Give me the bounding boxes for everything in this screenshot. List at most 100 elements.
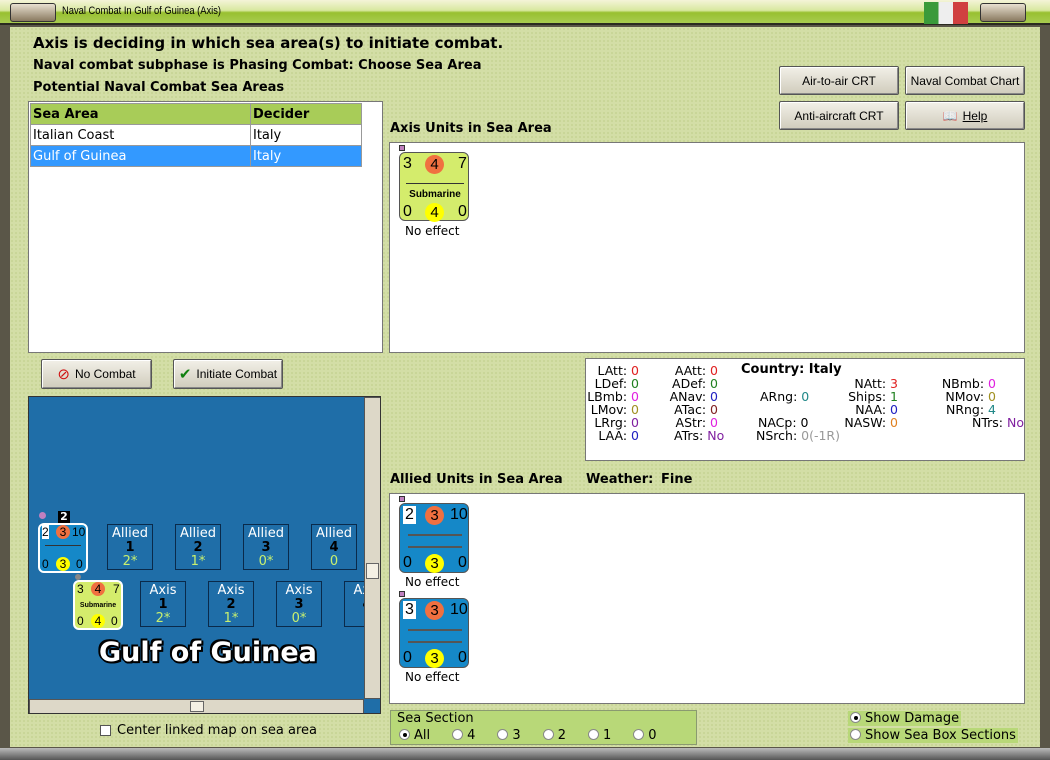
window-close-button[interactable] bbox=[980, 3, 1026, 22]
allied-sea-box-4[interactable]: Allied 4 0 bbox=[311, 524, 357, 570]
map-vertical-scrollbar[interactable] bbox=[364, 397, 380, 699]
sea-area-map[interactable]: 2 2 3 10 0 3 0 3 4 7 Submarine 0 4 0 All… bbox=[28, 396, 381, 714]
stat-ntrs: NTrs: No bbox=[972, 415, 1024, 430]
show-sea-box-sections-option[interactable]: Show Sea Box Sections bbox=[848, 728, 1018, 743]
box-number: 3 bbox=[294, 597, 304, 612]
unit-result: No effect bbox=[405, 670, 460, 684]
counter-defense: 3 bbox=[425, 601, 444, 620]
table-row-selected[interactable]: Gulf of Guinea Italy bbox=[30, 145, 362, 167]
allied-units-panel: 2 3 10 0 3 0 No effect 3 3 10 0 3 0 No e… bbox=[389, 493, 1025, 704]
sea-section-options: All 4 3 2 1 0 bbox=[399, 728, 657, 743]
decider-cell[interactable]: Italy bbox=[250, 124, 362, 146]
unit-marker-icon bbox=[399, 145, 405, 151]
sea-area-cell[interactable]: Gulf of Guinea bbox=[30, 145, 251, 167]
radio-icon[interactable] bbox=[452, 729, 464, 740]
map-axis-stack[interactable]: 3 4 7 Submarine 0 4 0 bbox=[73, 580, 123, 630]
box-value: 0* bbox=[258, 554, 274, 569]
show-damage-option[interactable]: Show Damage bbox=[848, 711, 962, 726]
box-side: Axis bbox=[285, 583, 313, 598]
center-map-checkbox[interactable]: Center linked map on sea area bbox=[100, 723, 317, 738]
counter-stat: 0 bbox=[42, 557, 49, 571]
counter-range: 10 bbox=[450, 506, 468, 523]
sea-section-option-2[interactable]: 2 bbox=[542, 728, 566, 743]
column-header-sea-area[interactable]: Sea Area bbox=[30, 103, 251, 125]
title-bar[interactable]: Naval Combat In Gulf of Guinea (Axis) bbox=[0, 0, 1050, 25]
stat-value: 0 bbox=[890, 415, 898, 430]
radio-icon[interactable] bbox=[542, 729, 554, 740]
counter-stat: 0 bbox=[111, 614, 118, 628]
stat-value: 0(-1R) bbox=[801, 428, 840, 443]
air-to-air-label: Air-to-air CRT bbox=[802, 73, 876, 88]
radio-icon[interactable] bbox=[399, 729, 410, 740]
sea-section-option-3[interactable]: 3 bbox=[497, 728, 521, 743]
radio-icon[interactable] bbox=[497, 729, 509, 740]
map-horizontal-scrollbar[interactable] bbox=[29, 699, 364, 713]
stat-nsrch: NSrch: 0(-1R) bbox=[756, 428, 840, 443]
axis-units-panel: 3 4 7 Submarine 0 4 0 No effect bbox=[389, 142, 1025, 353]
box-side: Allied bbox=[248, 526, 284, 541]
counter-stat: 0 bbox=[76, 557, 83, 571]
sea-area-cell[interactable]: Italian Coast bbox=[30, 124, 251, 146]
unit-marker-icon bbox=[399, 591, 405, 597]
radio-icon[interactable] bbox=[633, 729, 645, 740]
axis-sea-box-3[interactable]: Axis 3 0* bbox=[276, 581, 322, 627]
allied-sea-box-1[interactable]: Allied 1 2* bbox=[107, 524, 153, 570]
counter-attack: 3 bbox=[403, 601, 416, 619]
anti-aircraft-crt-button[interactable]: Anti-aircraft CRT bbox=[779, 101, 899, 130]
counter-defense: 3 bbox=[425, 506, 444, 525]
counter-type: Submarine bbox=[79, 602, 117, 609]
counter-range: 10 bbox=[450, 601, 468, 618]
allied-sea-box-2[interactable]: Allied 2 1* bbox=[175, 524, 221, 570]
initiate-combat-label: Initiate Combat bbox=[196, 367, 278, 381]
window-menu-button[interactable] bbox=[10, 3, 56, 22]
counter-move: 3 bbox=[425, 649, 444, 668]
counter-attack: 2 bbox=[403, 506, 416, 524]
counter-stat: 0 bbox=[77, 614, 84, 628]
naval-combat-chart-button[interactable]: Naval Combat Chart bbox=[905, 66, 1025, 95]
option-label: 0 bbox=[648, 728, 657, 743]
box-value: 1* bbox=[190, 554, 206, 569]
stack-count-badge: 2 bbox=[58, 511, 70, 523]
axis-units-label: Axis Units in Sea Area bbox=[390, 121, 552, 136]
map-allied-stack[interactable]: 2 3 10 0 3 0 bbox=[38, 523, 88, 573]
counter-stat: 0 bbox=[403, 203, 412, 220]
country-label: Country: Italy bbox=[741, 362, 842, 377]
counter-defense: 4 bbox=[91, 582, 105, 596]
option-label: 2 bbox=[557, 728, 566, 743]
radio-icon[interactable] bbox=[587, 729, 599, 740]
radio-icon[interactable] bbox=[850, 712, 861, 723]
sea-section-group: Sea Section All 4 3 2 1 0 bbox=[390, 710, 697, 745]
stat-arng: ARng: 0 bbox=[760, 389, 810, 404]
sea-section-option-1[interactable]: 1 bbox=[587, 728, 611, 743]
sea-section-option-all[interactable]: All bbox=[399, 728, 430, 743]
radio-icon[interactable] bbox=[850, 729, 861, 740]
column-header-decider[interactable]: Decider bbox=[250, 103, 362, 125]
sea-section-option-0[interactable]: 0 bbox=[633, 728, 657, 743]
axis-unit-counter-submarine[interactable]: 3 4 7 Submarine 0 4 0 bbox=[399, 152, 469, 222]
help-label: Help bbox=[962, 108, 988, 123]
initiate-combat-button[interactable]: ✔ Initiate Combat bbox=[173, 359, 283, 389]
allied-unit-counter[interactable]: 3 3 10 0 3 0 bbox=[399, 598, 469, 668]
counter-type: Submarine bbox=[409, 189, 461, 200]
air-to-air-crt-button[interactable]: Air-to-air CRT bbox=[779, 66, 899, 95]
counter-move: 3 bbox=[425, 554, 444, 573]
axis-sea-box-1[interactable]: Axis 1 2* bbox=[140, 581, 186, 627]
decider-cell[interactable]: Italy bbox=[250, 145, 362, 167]
sea-section-option-4[interactable]: 4 bbox=[452, 728, 475, 743]
sea-section-label: Sea Section bbox=[397, 711, 474, 726]
table-row[interactable]: Italian Coast Italy bbox=[30, 124, 362, 146]
axis-sea-box-2[interactable]: Axis 2 1* bbox=[208, 581, 254, 627]
ship-icon bbox=[408, 534, 462, 536]
help-button[interactable]: 📖 Help bbox=[905, 101, 1025, 130]
box-value: 0* bbox=[291, 611, 307, 626]
counter-stat: 0 bbox=[458, 649, 467, 666]
box-side: Allied bbox=[316, 526, 352, 541]
allied-unit-counter[interactable]: 2 3 10 0 3 0 bbox=[399, 503, 469, 573]
scrollbar-thumb[interactable] bbox=[366, 563, 379, 579]
scrollbar-thumb[interactable] bbox=[190, 701, 204, 712]
no-combat-button[interactable]: ⊘ No Combat bbox=[41, 359, 152, 389]
sea-area-list: Sea Area Decider Italian Coast Italy Gulf … bbox=[28, 101, 383, 353]
allied-sea-box-3[interactable]: Allied 3 0* bbox=[243, 524, 289, 570]
box-side: Allied bbox=[112, 526, 148, 541]
checkbox-box[interactable] bbox=[100, 725, 111, 736]
